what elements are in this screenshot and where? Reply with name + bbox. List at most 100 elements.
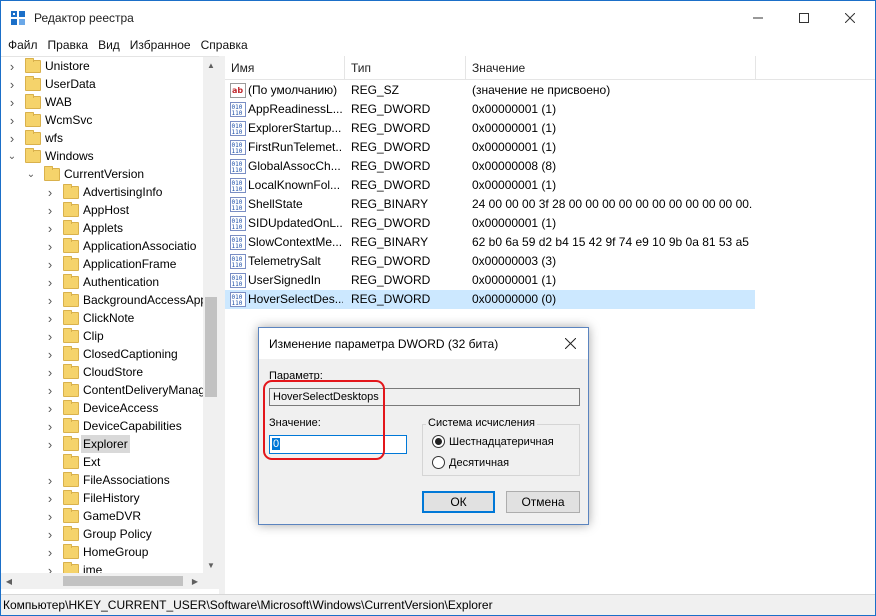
tree-item[interactable]: Ext: [1, 453, 203, 471]
tree-vertical-scroll-thumb[interactable]: [205, 297, 217, 397]
minimize-button[interactable]: [735, 1, 781, 35]
tree-item[interactable]: ⌄ CurrentVersion: [1, 165, 203, 183]
chevron-right-icon[interactable]: ›: [45, 561, 55, 574]
chevron-down-icon[interactable]: ⌄: [7, 147, 17, 165]
cancel-button[interactable]: Отмена: [506, 491, 580, 513]
tree-item[interactable]: › FileHistory: [1, 489, 203, 507]
registry-tree[interactable]: › Unistore › UserData › WAB › WcmSvc › wfs ⌄ Window…: [1, 56, 219, 594]
table-row[interactable]: 010 110 FirstRunTelemet... REG_DWORD 0x00000…: [225, 138, 755, 157]
chevron-right-icon[interactable]: ›: [45, 435, 55, 453]
chevron-right-icon[interactable]: ›: [45, 219, 55, 237]
table-row[interactable]: 010 110 ExplorerStartup... REG_DWORD 0x00000…: [225, 119, 755, 138]
tree-item[interactable]: › AdvertisingInfo: [1, 183, 203, 201]
table-row[interactable]: 010 110 SlowContextMe... REG_BINARY 62 b0 6a…: [225, 233, 755, 252]
chevron-right-icon[interactable]: ›: [7, 111, 17, 129]
tree-item[interactable]: › Clip: [1, 327, 203, 345]
dialog-close-button[interactable]: [556, 331, 584, 355]
table-row[interactable]: 010 110 AppReadinessL... REG_DWORD 0x0000000…: [225, 100, 755, 119]
tree-item[interactable]: › Unistore: [1, 57, 203, 75]
chevron-right-icon[interactable]: ›: [45, 255, 55, 273]
chevron-right-icon[interactable]: ›: [7, 57, 17, 75]
tree-item[interactable]: › DeviceAccess: [1, 399, 203, 417]
radio-hexadecimal[interactable]: Шестнадцатеричная: [432, 435, 554, 448]
radio-decimal[interactable]: Десятичная: [432, 456, 509, 469]
chevron-right-icon[interactable]: ›: [45, 201, 55, 219]
chevron-right-icon[interactable]: ›: [45, 489, 55, 507]
scroll-up-icon[interactable]: ▲: [203, 57, 219, 73]
scroll-down-icon[interactable]: ▼: [203, 557, 219, 573]
tree-item[interactable]: › Explorer: [1, 435, 203, 453]
table-row[interactable]: 010 110 UserSignedIn REG_DWORD 0x00000001 (1…: [225, 271, 755, 290]
chevron-right-icon[interactable]: ›: [45, 345, 55, 363]
chevron-right-icon[interactable]: ›: [7, 129, 17, 147]
table-row[interactable]: 010 110 TelemetrySalt REG_DWORD 0x00000003 (…: [225, 252, 755, 271]
tree-item[interactable]: › UserData: [1, 75, 203, 93]
table-row[interactable]: ab (По умолчанию) REG_SZ (значение не присв…: [225, 81, 755, 100]
chevron-right-icon[interactable]: ›: [45, 363, 55, 381]
menu-view[interactable]: Вид: [93, 38, 125, 52]
tree-item[interactable]: › WAB: [1, 93, 203, 111]
chevron-right-icon[interactable]: ›: [45, 381, 55, 399]
table-row[interactable]: 010 110 GlobalAssocCh... REG_DWORD 0x0000000…: [225, 157, 755, 176]
chevron-right-icon[interactable]: ›: [45, 309, 55, 327]
chevron-right-icon[interactable]: ›: [45, 525, 55, 543]
table-row[interactable]: 010 110 HoverSelectDes... REG_DWORD 0x000000…: [225, 290, 755, 309]
tree-horizontal-scroll-thumb[interactable]: [63, 576, 183, 586]
table-row[interactable]: 010 110 LocalKnownFol... REG_DWORD 0x0000000…: [225, 176, 755, 195]
tree-item[interactable]: › ime: [1, 561, 203, 573]
chevron-right-icon[interactable]: ›: [45, 543, 55, 561]
title-bar[interactable]: Редактор реестра: [1, 1, 875, 35]
table-row[interactable]: 010 110 ShellState REG_BINARY 24 00 00 00 3f…: [225, 195, 755, 214]
scroll-left-icon[interactable]: ◀: [1, 573, 17, 589]
tree-item[interactable]: › Authentication: [1, 273, 203, 291]
chevron-right-icon[interactable]: ›: [45, 507, 55, 525]
tree-item[interactable]: › ContentDeliveryManag: [1, 381, 203, 399]
table-row[interactable]: 010 110 SIDUpdatedOnL... REG_DWORD 0x0000000…: [225, 214, 755, 233]
scroll-right-icon[interactable]: ▶: [187, 573, 203, 589]
tree-item[interactable]: › wfs: [1, 129, 203, 147]
menu-edit[interactable]: Правка: [43, 38, 94, 52]
chevron-right-icon[interactable]: ›: [45, 327, 55, 345]
chevron-right-icon[interactable]: ›: [45, 273, 55, 291]
tree-item[interactable]: › HomeGroup: [1, 543, 203, 561]
chevron-right-icon[interactable]: ›: [45, 291, 55, 309]
ok-button[interactable]: ОК: [422, 491, 495, 513]
chevron-down-icon[interactable]: ⌄: [26, 165, 36, 183]
tree-item[interactable]: › Applets: [1, 219, 203, 237]
radio-decimal-circle[interactable]: [432, 456, 445, 469]
chevron-right-icon[interactable]: ›: [45, 237, 55, 255]
folder-icon: [25, 130, 41, 145]
chevron-right-icon[interactable]: ›: [7, 93, 17, 111]
tree-item[interactable]: › GameDVR: [1, 507, 203, 525]
dialog-title-bar[interactable]: Изменение параметра DWORD (32 бита): [259, 328, 588, 359]
column-header-type[interactable]: Тип: [345, 56, 466, 80]
tree-item[interactable]: › CloudStore: [1, 363, 203, 381]
chevron-right-icon[interactable]: ›: [7, 75, 17, 93]
tree-item-label: Applets: [83, 221, 124, 235]
close-button[interactable]: [827, 1, 873, 35]
tree-item[interactable]: › ApplicationAssociatio: [1, 237, 203, 255]
tree-item[interactable]: › ClickNote: [1, 309, 203, 327]
tree-item[interactable]: › ApplicationFrame: [1, 255, 203, 273]
tree-item[interactable]: › Group Policy: [1, 525, 203, 543]
menu-favorites[interactable]: Избранное: [125, 38, 196, 52]
tree-item[interactable]: › BackgroundAccessApp: [1, 291, 203, 309]
tree-vertical-scrollbar[interactable]: ▲ ▼: [203, 57, 219, 573]
chevron-right-icon[interactable]: ›: [45, 417, 55, 435]
menu-help[interactable]: Справка: [196, 38, 253, 52]
tree-horizontal-scrollbar[interactable]: ◀ ▶: [1, 573, 219, 589]
column-header-value[interactable]: Значение: [466, 56, 756, 80]
tree-item[interactable]: › DeviceCapabilities: [1, 417, 203, 435]
tree-item[interactable]: › AppHost: [1, 201, 203, 219]
chevron-right-icon[interactable]: ›: [45, 471, 55, 489]
column-header-name[interactable]: Имя: [225, 56, 345, 80]
tree-item[interactable]: › FileAssociations: [1, 471, 203, 489]
radio-hexadecimal-circle[interactable]: [432, 435, 445, 448]
maximize-button[interactable]: [781, 1, 827, 35]
chevron-right-icon[interactable]: ›: [45, 399, 55, 417]
tree-item[interactable]: › WcmSvc: [1, 111, 203, 129]
menu-file[interactable]: Файл: [3, 38, 43, 52]
chevron-right-icon[interactable]: ›: [45, 183, 55, 201]
tree-item[interactable]: ⌄ Windows: [1, 147, 203, 165]
tree-item[interactable]: › ClosedCaptioning: [1, 345, 203, 363]
